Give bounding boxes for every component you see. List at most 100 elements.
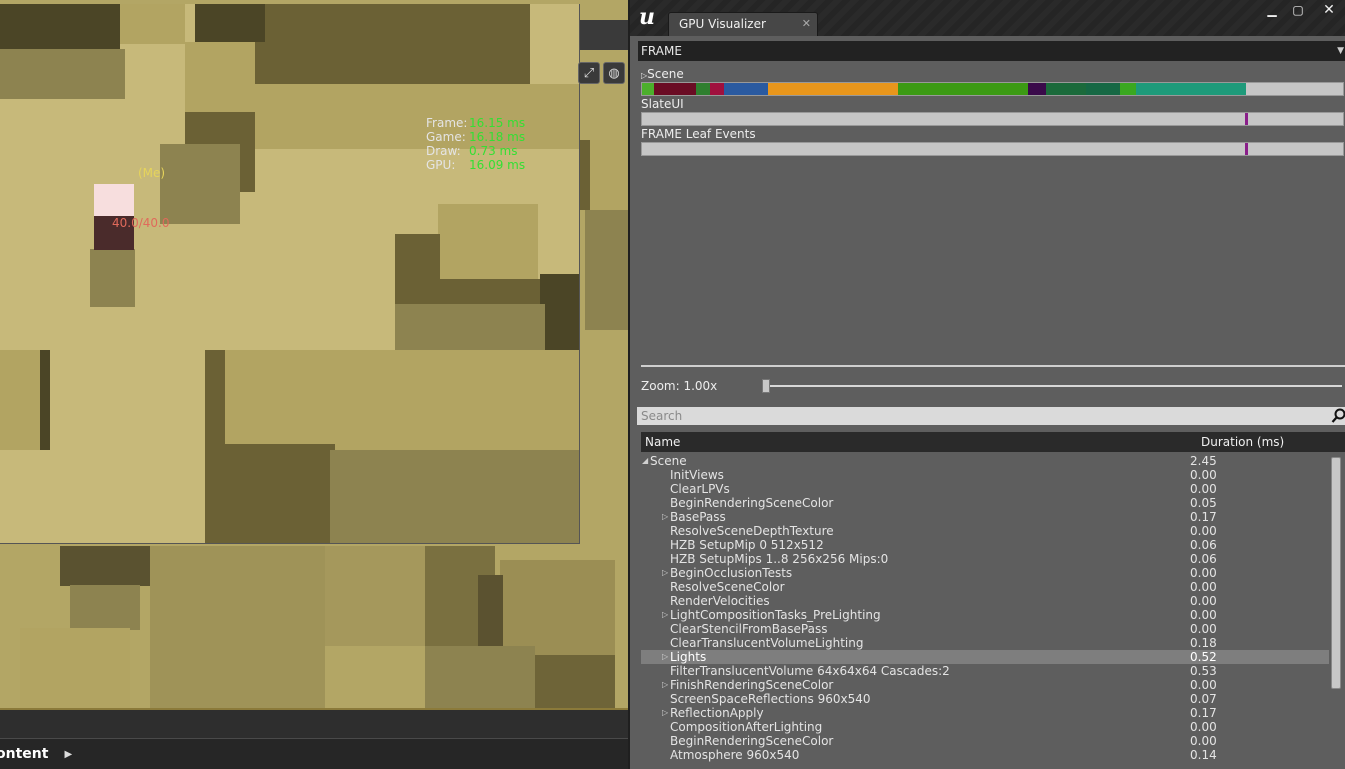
- timeline-slateui-bar[interactable]: [641, 112, 1344, 126]
- row-name: BeginRenderingSceneColor: [670, 734, 834, 748]
- row-duration: 0.00: [1190, 566, 1217, 580]
- window-titlebar[interactable]: u GPU Visualizer ✕ ▁ ▢ ✕: [630, 0, 1345, 36]
- row-name: HZB SetupMips 1..8 256x256 Mips:0: [670, 552, 889, 566]
- table-row[interactable]: HZB SetupMips 1..8 256x256 Mips:0 0.06: [641, 552, 1329, 566]
- splitter[interactable]: [641, 365, 1345, 367]
- row-name: ClearLPVs: [670, 482, 730, 496]
- stat-draw: Draw: 0.73 ms: [426, 144, 518, 158]
- column-name-header[interactable]: Name: [645, 432, 680, 452]
- content-label: ontent: [0, 746, 49, 762]
- row-duration: 0.00: [1190, 608, 1217, 622]
- row-name: FilterTranslucentVolume 64x64x64 Cascade…: [670, 664, 950, 678]
- timeline-slateui-label[interactable]: SlateUI: [641, 97, 684, 111]
- player-health-label: 40.0/40.0: [112, 216, 170, 230]
- row-duration: 0.18: [1190, 636, 1217, 650]
- game-viewport[interactable]: Frame: 16.15 ms Game: 16.18 ms Draw: 0.73 m…: [0, 0, 628, 769]
- row-duration: 0.00: [1190, 482, 1217, 496]
- row-duration: 0.00: [1190, 594, 1217, 608]
- table-row[interactable]: ClearLPVs 0.00: [641, 482, 1329, 496]
- row-name: FinishRenderingSceneColor: [670, 678, 834, 692]
- table-row[interactable]: ▷ Lights 0.52: [641, 650, 1329, 664]
- table-row[interactable]: FilterTranslucentVolume 64x64x64 Cascade…: [641, 664, 1329, 678]
- row-name: ClearStencilFromBasePass: [670, 622, 828, 636]
- maximize-icon[interactable]: ▢: [1286, 2, 1310, 18]
- tab-gpu-visualizer[interactable]: GPU Visualizer ✕: [668, 12, 818, 36]
- table-row[interactable]: ClearTranslucentVolumeLighting 0.18: [641, 636, 1329, 650]
- globe-icon[interactable]: ◍: [603, 62, 625, 84]
- row-duration: 0.00: [1190, 622, 1217, 636]
- row-name: BasePass: [670, 510, 726, 524]
- stat-gpu: GPU: 16.09 ms: [426, 158, 526, 172]
- table-row[interactable]: ScreenSpaceReflections 960x540 0.07: [641, 692, 1329, 706]
- row-duration: 0.00: [1190, 580, 1217, 594]
- row-name: CompositionAfterLighting: [670, 720, 823, 734]
- zoom-slider-thumb[interactable]: [762, 379, 770, 393]
- timeline-leaf-events-bar[interactable]: [641, 142, 1344, 156]
- row-duration: 0.17: [1190, 706, 1217, 720]
- table-row[interactable]: ResolveSceneDepthTexture 0.00: [641, 524, 1329, 538]
- table-row[interactable]: CompositionAfterLighting 0.00: [641, 720, 1329, 734]
- row-duration: 0.05: [1190, 496, 1217, 510]
- row-name: Lights: [670, 650, 707, 664]
- tab-title: GPU Visualizer: [679, 17, 766, 31]
- row-duration: 0.00: [1190, 734, 1217, 748]
- row-duration: 0.00: [1190, 524, 1217, 538]
- table-row[interactable]: ▷ LightCompositionTasks_PreLighting 0.00: [641, 608, 1329, 622]
- row-duration: 0.17: [1190, 510, 1217, 524]
- search-placeholder: Search: [641, 409, 683, 423]
- table-row[interactable]: ▷ BeginOcclusionTests 0.00: [641, 566, 1329, 580]
- row-name: HZB SetupMip 0 512x512: [670, 538, 824, 552]
- table-row[interactable]: RenderVelocities 0.00: [641, 594, 1329, 608]
- table-row[interactable]: ResolveSceneColor 0.00: [641, 580, 1329, 594]
- zoom-slider[interactable]: [764, 385, 1342, 387]
- timeline-leaf-events-label[interactable]: FRAME Leaf Events: [641, 127, 756, 141]
- search-input[interactable]: Search: [637, 407, 1345, 425]
- play-in-editor-window[interactable]: Frame: 16.15 ms Game: 16.18 ms Draw: 0.73 m…: [0, 4, 580, 544]
- table-row[interactable]: ▷ BasePass 0.17: [641, 510, 1329, 524]
- viewport-bottom-bar: [0, 708, 628, 738]
- gpu-visualizer-window: u GPU Visualizer ✕ ▁ ▢ ✕ FRAME ▼ ▷Scene: [628, 0, 1345, 769]
- row-name: Atmosphere 960x540: [670, 748, 800, 762]
- row-duration: 0.00: [1190, 678, 1217, 692]
- table-row[interactable]: ▷ ReflectionApply 0.17: [641, 706, 1329, 720]
- column-duration-header[interactable]: Duration (ms): [1201, 432, 1284, 452]
- row-name: ClearTranslucentVolumeLighting: [670, 636, 864, 650]
- chevron-down-icon: ▼: [1337, 46, 1344, 56]
- stat-frame: Frame: 16.15 ms: [426, 116, 526, 130]
- table-row[interactable]: BeginRenderingSceneColor 0.00: [641, 734, 1329, 748]
- timeline-scene-label[interactable]: ▷Scene: [641, 67, 684, 81]
- row-name: ScreenSpaceReflections 960x540: [670, 692, 871, 706]
- stats-overlay: Frame: 16.15 ms Game: 16.18 ms Draw: 0.73 m…: [426, 116, 525, 172]
- table-row[interactable]: ◢ Scene 2.45: [641, 454, 1329, 468]
- row-duration: 2.45: [1190, 454, 1217, 468]
- content-browser-tab[interactable]: ontent ▶: [0, 738, 628, 769]
- scrollbar[interactable]: [1331, 457, 1341, 689]
- frame-dropdown-value: FRAME: [641, 44, 682, 58]
- maximize-viewport-icon[interactable]: ⤢: [578, 62, 600, 84]
- close-tab-icon[interactable]: ✕: [802, 13, 811, 35]
- minimize-icon[interactable]: ▁: [1260, 2, 1284, 18]
- search-icon[interactable]: [1331, 407, 1345, 425]
- row-name: BeginOcclusionTests: [670, 566, 793, 580]
- chevron-right-icon[interactable]: ▶: [64, 749, 72, 760]
- table-row[interactable]: ClearStencilFromBasePass 0.00: [641, 622, 1329, 636]
- table-row[interactable]: HZB SetupMip 0 512x512 0.06: [641, 538, 1329, 552]
- row-name: BeginRenderingSceneColor: [670, 496, 834, 510]
- row-name: LightCompositionTasks_PreLighting: [670, 608, 881, 622]
- table-row[interactable]: ▷ FinishRenderingSceneColor 0.00: [641, 678, 1329, 692]
- table-row[interactable]: InitViews 0.00: [641, 468, 1329, 482]
- row-duration: 0.07: [1190, 692, 1217, 706]
- row-duration: 0.00: [1190, 720, 1217, 734]
- desktop: Frame: 16.15 ms Game: 16.18 ms Draw: 0.73 m…: [0, 0, 1345, 769]
- table-row[interactable]: BeginRenderingSceneColor 0.05: [641, 496, 1329, 510]
- row-duration: 0.53: [1190, 664, 1217, 678]
- row-duration: 0.06: [1190, 538, 1217, 552]
- unreal-logo-icon: u: [639, 4, 655, 30]
- row-name: Scene: [650, 454, 687, 468]
- frame-dropdown[interactable]: FRAME ▼: [638, 41, 1345, 61]
- close-icon[interactable]: ✕: [1317, 2, 1341, 18]
- row-name: ReflectionApply: [670, 706, 764, 720]
- table-row[interactable]: Atmosphere 960x540 0.14: [641, 748, 1329, 762]
- row-name: ResolveSceneDepthTexture: [670, 524, 834, 538]
- timeline-scene-bar[interactable]: [641, 82, 1344, 96]
